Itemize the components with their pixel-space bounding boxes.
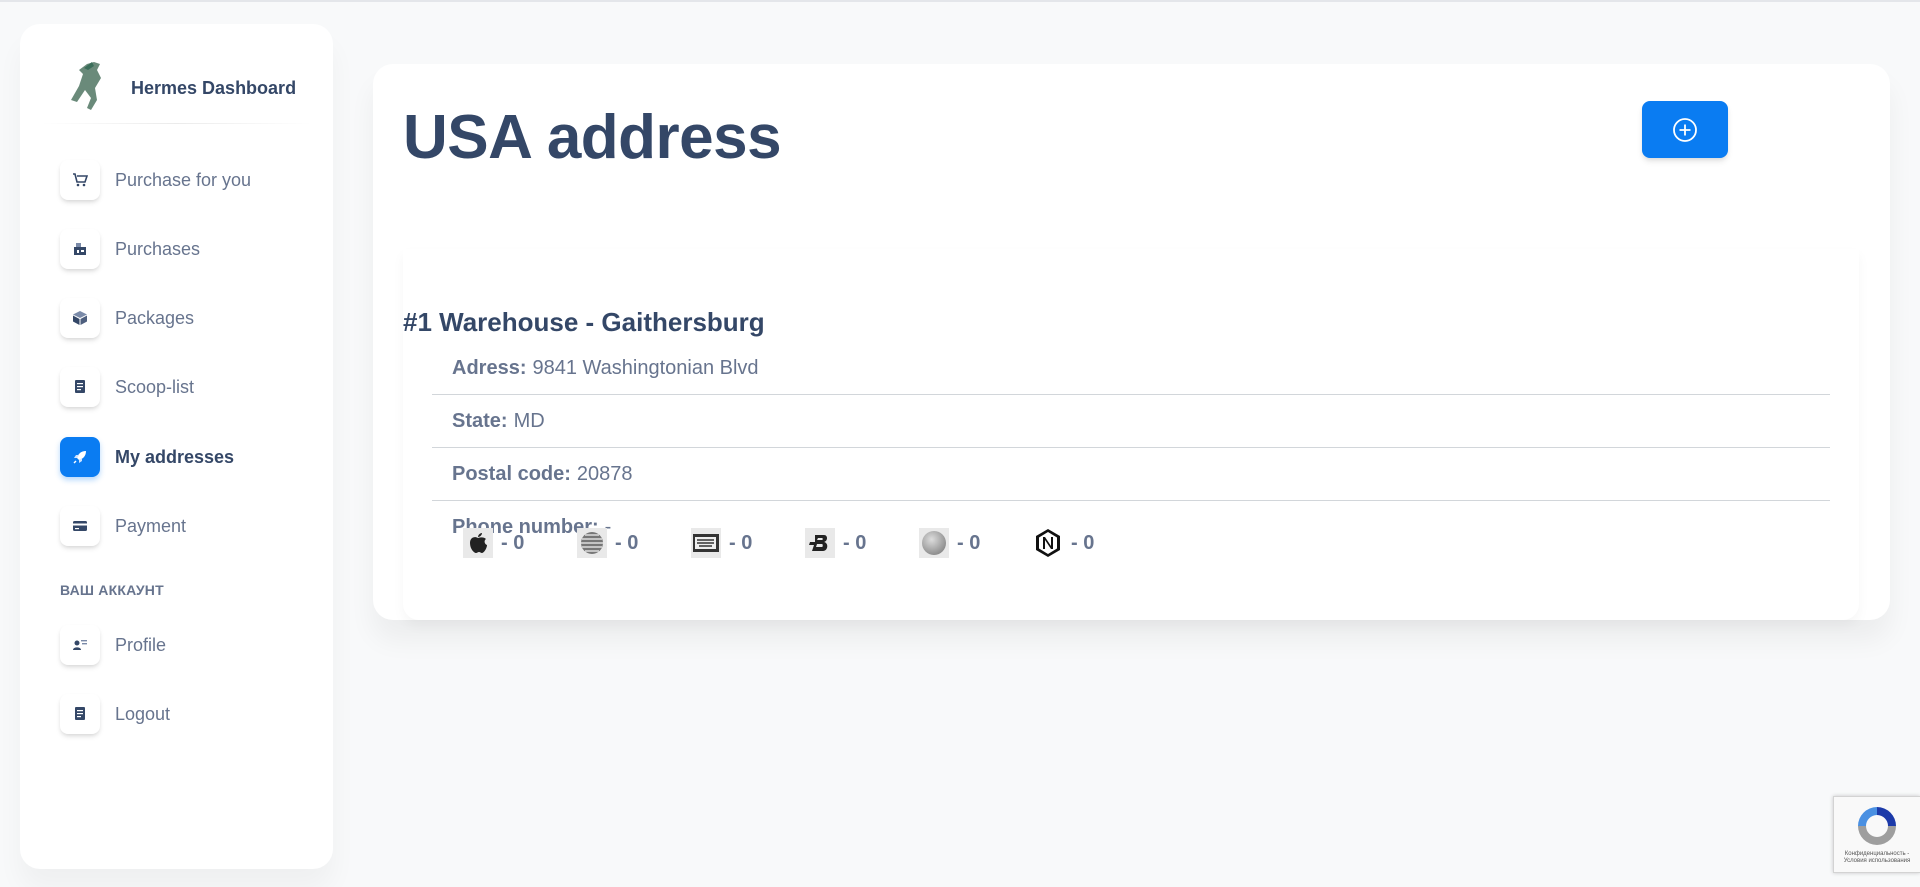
store-item-bodybuilding[interactable]: - 0 bbox=[805, 528, 919, 558]
document-icon bbox=[60, 367, 100, 407]
postal-code-row: Postal code: 20878 bbox=[432, 448, 1830, 501]
nordstrom-logo-icon bbox=[1033, 528, 1063, 558]
store-item-nordstrom[interactable]: - 0 bbox=[1033, 528, 1147, 558]
recaptcha-badge[interactable]: Конфиденциальность - Условия использован… bbox=[1833, 796, 1920, 873]
credit-card-icon bbox=[60, 506, 100, 546]
brand-divider bbox=[40, 123, 313, 124]
sidebar-item-purchase-for-you[interactable]: Purchase for you bbox=[60, 160, 251, 200]
shop-icon bbox=[60, 229, 100, 269]
store-count: - 0 bbox=[1071, 531, 1095, 554]
sidebar-item-label: Scoop-list bbox=[115, 376, 195, 397]
page-title: USA address bbox=[403, 103, 782, 172]
sidebar-item-scoop-list[interactable]: Scoop-list bbox=[60, 367, 194, 407]
sidebar-item-label: Packages bbox=[115, 307, 195, 328]
field-value: 20878 bbox=[576, 462, 633, 485]
bodybuilding-logo-icon bbox=[805, 528, 835, 558]
plus-circle-icon bbox=[1673, 117, 1697, 142]
warehouse-title: #1 Warehouse - Gaithersburg bbox=[403, 307, 765, 337]
sidebar-item-logout[interactable]: Logout bbox=[60, 694, 170, 734]
sidebar-item-purchases[interactable]: Purchases bbox=[60, 229, 200, 269]
box-icon bbox=[60, 298, 100, 338]
sidebar-item-payment[interactable]: Payment bbox=[60, 506, 186, 546]
warehouse-info-list: Adress: 9841 Washingtonian Blvd State: M… bbox=[432, 342, 1830, 554]
cart-icon bbox=[60, 160, 100, 200]
bestbuy-logo-icon bbox=[691, 528, 721, 558]
sphere-logo-icon bbox=[919, 528, 949, 558]
store-item-bestbuy[interactable]: - 0 bbox=[691, 528, 805, 558]
att-logo-icon bbox=[577, 528, 607, 558]
store-count: - 0 bbox=[729, 531, 753, 554]
sidebar-item-packages[interactable]: Packages bbox=[60, 298, 194, 338]
state-row: State: MD bbox=[432, 395, 1830, 448]
sidebar-item-my-addresses[interactable]: My addresses bbox=[60, 437, 234, 477]
sidebar-item-label: Logout bbox=[115, 703, 171, 724]
apple-logo-icon bbox=[463, 528, 493, 558]
brand[interactable]: Hermes Dashboard bbox=[64, 58, 296, 118]
recaptcha-links[interactable]: Конфиденциальность - Условия использован… bbox=[1834, 851, 1920, 865]
field-key: Adress: bbox=[452, 356, 527, 379]
address-card: USA address #1 Warehouse - Gaithersburg … bbox=[373, 64, 1890, 620]
recaptcha-icon bbox=[1858, 807, 1896, 845]
sidebar-item-label: Payment bbox=[115, 515, 187, 536]
add-address-button[interactable] bbox=[1642, 101, 1728, 158]
field-value: 9841 Washingtonian Blvd bbox=[532, 356, 759, 379]
store-count: - 0 bbox=[843, 531, 867, 554]
field-value: MD bbox=[513, 409, 545, 432]
store-item-apple[interactable]: - 0 bbox=[463, 528, 577, 558]
address-row: Adress: 9841 Washingtonian Blvd bbox=[432, 342, 1830, 395]
field-key: Postal code: bbox=[452, 462, 571, 485]
user-icon bbox=[60, 625, 100, 665]
document-icon bbox=[60, 694, 100, 734]
brand-name: Hermes Dashboard bbox=[131, 77, 297, 98]
store-count: - 0 bbox=[501, 531, 525, 554]
sidebar-item-label: Purchase for you bbox=[115, 169, 252, 190]
rocket-icon bbox=[60, 437, 100, 477]
sidebar-item-profile[interactable]: Profile bbox=[60, 625, 166, 665]
store-counts: - 0 - 0 - 0 - 0 - 0 - 0 bbox=[463, 528, 1147, 558]
store-item-sphere[interactable]: - 0 bbox=[919, 528, 1033, 558]
sidebar-item-label: My addresses bbox=[115, 446, 235, 467]
sidebar: Hermes Dashboard Purchase for you Purcha… bbox=[20, 24, 333, 869]
store-item-att[interactable]: - 0 bbox=[577, 528, 691, 558]
hermes-logo-icon bbox=[71, 62, 101, 110]
field-key: State: bbox=[452, 409, 508, 432]
store-count: - 0 bbox=[957, 531, 981, 554]
store-count: - 0 bbox=[615, 531, 639, 554]
section-heading-account: ВАШ АККАУНТ bbox=[60, 582, 164, 598]
sidebar-item-label: Profile bbox=[115, 634, 167, 655]
sidebar-item-label: Purchases bbox=[115, 238, 201, 259]
